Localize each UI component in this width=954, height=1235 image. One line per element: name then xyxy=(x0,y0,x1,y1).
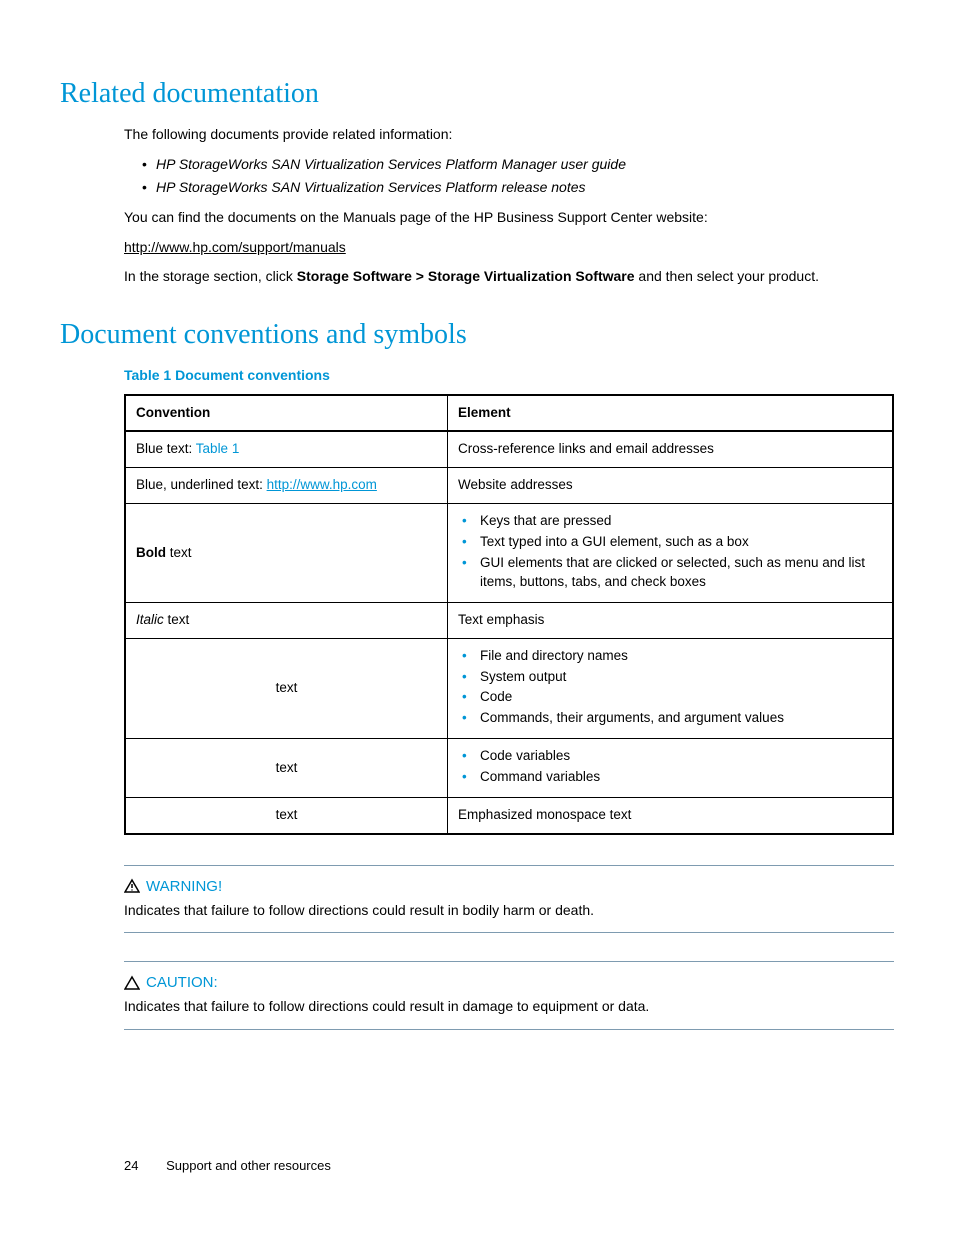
cell-convention: Bold text xyxy=(125,504,448,603)
cell-convention: Blue, underlined text: http://www.hp.com xyxy=(125,468,448,504)
table-row: text File and directory names System out… xyxy=(125,638,893,739)
section-heading-conventions: Document conventions and symbols xyxy=(60,315,894,354)
conventions-table: Convention Element Blue text: Table 1 Cr… xyxy=(124,394,894,835)
table-row: Blue text: Table 1 Cross-reference links… xyxy=(125,431,893,467)
element-list: Keys that are pressed Text typed into a … xyxy=(458,512,882,592)
caution-text: Indicates that failure to follow directi… xyxy=(124,997,894,1017)
warning-triangle-icon xyxy=(124,878,140,894)
caution-label: CAUTION: xyxy=(146,972,218,993)
text: and then select your product. xyxy=(635,268,819,284)
element-list: Code variables Command variables xyxy=(458,747,882,787)
cell-convention: text xyxy=(125,798,448,834)
list-item: Keys that are pressed xyxy=(462,512,882,531)
warning-text: Indicates that failure to follow directi… xyxy=(124,901,894,921)
table-row: Bold text Keys that are pressed Text typ… xyxy=(125,504,893,603)
list-item: GUI elements that are clicked or selecte… xyxy=(462,554,882,592)
cell-element: Code variables Command variables xyxy=(448,739,893,798)
text: Blue text: xyxy=(136,441,196,456)
text: text xyxy=(164,612,190,627)
text: text xyxy=(166,545,192,560)
hp-link[interactable]: http://www.hp.com xyxy=(267,477,377,492)
list-item: Command variables xyxy=(462,768,882,787)
cell-element: Text emphasis xyxy=(448,602,893,638)
find-text: You can find the documents on the Manual… xyxy=(124,208,894,228)
warning-label: WARNING! xyxy=(146,876,222,897)
table-header-row: Convention Element xyxy=(125,395,893,432)
text: Blue, underlined text: xyxy=(136,477,267,492)
cell-convention: text xyxy=(125,638,448,739)
cell-element: File and directory names System output C… xyxy=(448,638,893,739)
col-header-convention: Convention xyxy=(125,395,448,432)
caution-admonition: CAUTION: Indicates that failure to follo… xyxy=(124,961,894,1030)
table-row: text Emphasized monospace text xyxy=(125,798,893,834)
bold-text: Bold xyxy=(136,545,166,560)
list-item: Code xyxy=(462,688,882,707)
table-row: text Code variables Command variables xyxy=(125,739,893,798)
cell-convention: Blue text: Table 1 xyxy=(125,431,448,467)
caution-header: CAUTION: xyxy=(124,972,894,993)
list-item: System output xyxy=(462,668,882,687)
cell-element: Emphasized monospace text xyxy=(448,798,893,834)
list-item: Commands, their arguments, and argument … xyxy=(462,709,882,728)
table-caption: Table 1 Document conventions xyxy=(124,366,894,386)
warning-header: WARNING! xyxy=(124,876,894,897)
cell-element: Website addresses xyxy=(448,468,893,504)
list-item: File and directory names xyxy=(462,647,882,666)
table1-link[interactable]: Table 1 xyxy=(196,441,240,456)
section1-body: The following documents provide related … xyxy=(124,125,894,287)
intro-text: The following documents provide related … xyxy=(124,125,894,145)
section2-body: Table 1 Document conventions Convention … xyxy=(124,366,894,1030)
page-number: 24 xyxy=(124,1157,138,1175)
cell-convention: text xyxy=(125,739,448,798)
cell-convention: Italic text xyxy=(125,602,448,638)
warning-admonition: WARNING! Indicates that failure to follo… xyxy=(124,865,894,934)
caution-triangle-icon xyxy=(124,975,140,991)
list-item: Text typed into a GUI element, such as a… xyxy=(462,533,882,552)
cell-element: Keys that are pressed Text typed into a … xyxy=(448,504,893,603)
storage-instruction: In the storage section, click Storage So… xyxy=(124,267,894,287)
section-heading-related-docs: Related documentation xyxy=(60,74,894,113)
manuals-url-para: http://www.hp.com/support/manuals xyxy=(124,238,894,258)
list-item: HP StorageWorks SAN Virtualization Servi… xyxy=(142,155,894,175)
nav-path-bold: Storage Software > Storage Virtualizatio… xyxy=(297,268,635,284)
list-item: HP StorageWorks SAN Virtualization Servi… xyxy=(142,178,894,198)
text: In the storage section, click xyxy=(124,268,297,284)
italic-text: Italic xyxy=(136,612,164,627)
table-row: Italic text Text emphasis xyxy=(125,602,893,638)
list-item: Code variables xyxy=(462,747,882,766)
element-list: File and directory names System output C… xyxy=(458,647,882,729)
manuals-link[interactable]: http://www.hp.com/support/manuals xyxy=(124,239,346,255)
cell-element: Cross-reference links and email addresse… xyxy=(448,431,893,467)
col-header-element: Element xyxy=(448,395,893,432)
table-row: Blue, underlined text: http://www.hp.com… xyxy=(125,468,893,504)
page-footer: 24 Support and other resources xyxy=(124,1157,331,1175)
footer-section-name: Support and other resources xyxy=(166,1158,331,1173)
related-docs-list: HP StorageWorks SAN Virtualization Servi… xyxy=(142,155,894,198)
